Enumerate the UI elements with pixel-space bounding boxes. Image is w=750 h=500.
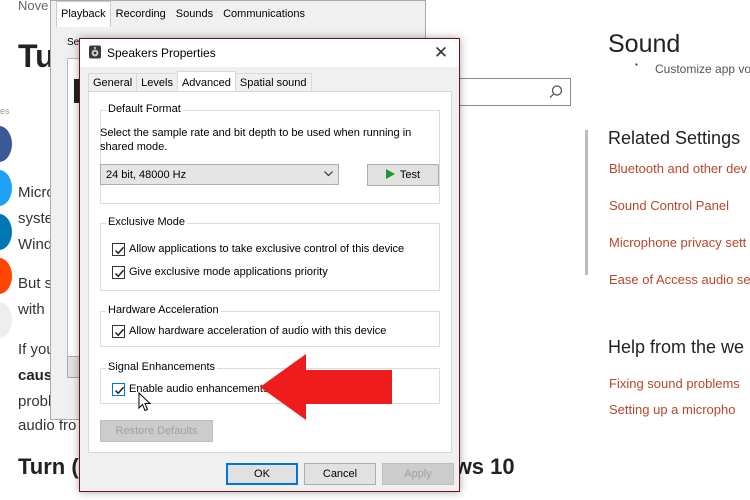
more-share-icon[interactable] bbox=[0, 302, 12, 338]
article-heading-right: ws 10 bbox=[454, 454, 515, 479]
mouse-cursor-icon bbox=[138, 392, 152, 412]
dialog-title: Speakers Properties bbox=[107, 46, 216, 60]
settings-panel: Sound ▪ Customize app vo Related Setting… bbox=[585, 0, 750, 440]
sample-rate-select[interactable]: 24 bit, 48000 Hz bbox=[100, 164, 339, 185]
audio-enhancements-checkbox[interactable] bbox=[112, 383, 125, 396]
speakers-properties-dialog: Speakers Properties ✕ General Levels Adv… bbox=[79, 38, 460, 492]
tab-general[interactable]: General bbox=[88, 73, 138, 91]
link-fixing-sound[interactable]: Fixing sound problems bbox=[609, 376, 740, 391]
exclusive-mode-title: Exclusive Mode bbox=[106, 216, 188, 228]
close-icon[interactable]: ✕ bbox=[431, 43, 451, 63]
article-date: Nove bbox=[18, 0, 49, 13]
red-arrow-icon bbox=[260, 354, 392, 420]
sound-truncated-label: Se bbox=[67, 37, 80, 48]
sample-rate-value: 24 bit, 48000 Hz bbox=[106, 169, 187, 181]
dialog-tabs: General Levels Advanced Spatial sound bbox=[88, 71, 312, 93]
share-label: es bbox=[0, 106, 10, 116]
chevron-down-icon bbox=[324, 171, 333, 177]
article-text-line: with bbox=[18, 301, 45, 318]
tab-levels[interactable]: Levels bbox=[136, 73, 178, 91]
restore-defaults-button[interactable]: Restore Defaults bbox=[100, 420, 213, 442]
settings-scrollbar[interactable] bbox=[585, 130, 588, 275]
exclusive-mode-group: Exclusive Mode bbox=[100, 216, 440, 291]
article-heading-left: Turn ( bbox=[18, 454, 79, 479]
test-button-label: Test bbox=[399, 169, 421, 181]
cancel-button[interactable]: Cancel bbox=[304, 463, 376, 485]
bullet-icon: ▪ bbox=[635, 60, 638, 69]
link-sound-control-panel[interactable]: Sound Control Panel bbox=[609, 198, 729, 213]
default-format-title: Default Format bbox=[106, 103, 183, 115]
dialog-titlebar[interactable]: Speakers Properties ✕ bbox=[80, 39, 459, 67]
play-icon bbox=[385, 169, 395, 180]
article-text-line: Wind bbox=[18, 236, 53, 253]
speaker-icon bbox=[89, 45, 101, 59]
reddit-share-icon[interactable] bbox=[0, 258, 12, 294]
tab-recording[interactable]: Recording bbox=[111, 1, 171, 27]
exclusive-priority-label: Give exclusive mode applications priorit… bbox=[129, 266, 328, 278]
article-text-line: syste bbox=[18, 210, 54, 227]
linkedin-share-icon[interactable] bbox=[0, 214, 12, 250]
hardware-acceleration-label: Allow hardware acceleration of audio wit… bbox=[129, 325, 387, 337]
link-ease-of-access[interactable]: Ease of Access audio set bbox=[609, 272, 750, 287]
tab-sounds[interactable]: Sounds bbox=[171, 1, 218, 27]
hardware-acceleration-checkbox[interactable] bbox=[112, 325, 125, 338]
tab-playback[interactable]: Playback bbox=[56, 1, 111, 27]
signal-enhancements-title: Signal Enhancements bbox=[106, 361, 218, 373]
tab-communications[interactable]: Communications bbox=[218, 1, 310, 27]
settings-search-input[interactable] bbox=[455, 78, 571, 106]
link-bluetooth[interactable]: Bluetooth and other dev bbox=[609, 161, 747, 176]
default-format-description: Select the sample rate and bit depth to … bbox=[100, 127, 412, 153]
related-settings-heading: Related Settings bbox=[608, 128, 741, 148]
exclusive-control-checkbox[interactable] bbox=[112, 243, 125, 256]
default-format-group: Default Format bbox=[100, 103, 440, 204]
search-icon bbox=[549, 85, 563, 99]
exclusive-priority-checkbox[interactable] bbox=[112, 266, 125, 279]
article-text-line: caus bbox=[18, 367, 53, 384]
sound-tabs: Playback Recording Sounds Communications bbox=[56, 1, 310, 27]
twitter-share-icon[interactable] bbox=[0, 170, 12, 206]
tab-spatial-sound[interactable]: Spatial sound bbox=[234, 73, 312, 91]
help-heading: Help from the we bbox=[608, 337, 745, 357]
article-text-line: probl bbox=[18, 393, 52, 410]
exclusive-control-label: Allow applications to take exclusive con… bbox=[129, 243, 405, 255]
apply-button[interactable]: Apply bbox=[382, 463, 454, 485]
settings-title: Sound bbox=[608, 30, 681, 58]
ok-button[interactable]: OK bbox=[226, 463, 298, 485]
facebook-share-icon[interactable] bbox=[0, 126, 12, 162]
hardware-acceleration-title: Hardware Acceleration bbox=[106, 304, 221, 316]
article-text-line: But s bbox=[18, 275, 53, 292]
link-setting-up-microphone[interactable]: Setting up a micropho bbox=[609, 402, 735, 417]
settings-subtitle[interactable]: Customize app vo bbox=[655, 62, 750, 76]
link-microphone-privacy[interactable]: Microphone privacy sett bbox=[609, 235, 746, 250]
tab-advanced[interactable]: Advanced bbox=[176, 71, 236, 92]
test-button[interactable]: Test bbox=[367, 164, 439, 186]
